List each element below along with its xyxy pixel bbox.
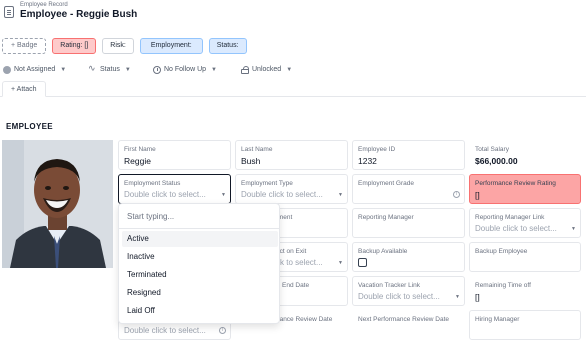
field-label: Reporting Manager	[358, 214, 414, 221]
employee-id-field[interactable]: Employee ID 1232	[352, 140, 465, 170]
employment-type-select[interactable]: Employment Type Double click to select..…	[235, 174, 348, 204]
chevron-down-icon: ▼	[211, 66, 217, 73]
remaining-time-off-field: Remaining Time off []	[469, 276, 581, 306]
first-name-field[interactable]: First Name Reggie	[118, 140, 231, 170]
field-label: Total Salary	[475, 146, 509, 153]
field-label: ect on Exit	[276, 248, 307, 255]
field-label: Employment Grade	[358, 180, 414, 187]
portrait-image	[2, 140, 113, 268]
add-badge-button[interactable]: + Badge	[2, 38, 47, 54]
employment-status-select[interactable]: Employment Status Double click to select…	[118, 174, 231, 204]
field-value: Bush	[241, 156, 261, 166]
backup-available-checkbox[interactable]	[358, 258, 367, 267]
field-placeholder: Double click to select...	[124, 190, 206, 199]
reporting-manager-link-select[interactable]: Reporting Manager Link Double click to s…	[469, 208, 581, 238]
field-value: Reggie	[124, 156, 151, 166]
info-icon[interactable]: i	[219, 327, 226, 334]
page-title: Employee - Reggie Bush	[20, 9, 138, 20]
field-label: Remaining Time off	[475, 282, 531, 289]
field-label: Employment Type	[241, 180, 293, 187]
person-icon	[3, 65, 11, 74]
field-placeholder: ck to select...	[276, 258, 323, 267]
assignee-selector[interactable]: Not Assigned ▼	[3, 64, 66, 75]
tab-bar: + Attach	[0, 81, 586, 97]
caret-down-icon: ▼	[571, 226, 576, 232]
section-title: EMPLOYEE	[6, 122, 53, 131]
employee-photo	[2, 140, 113, 268]
info-icon[interactable]: i	[453, 191, 460, 198]
field-label: Next Performance Review Date	[358, 316, 450, 323]
field-label: Last Name	[241, 146, 273, 153]
backup-employee-field[interactable]: Backup Employee	[469, 242, 581, 272]
divider	[119, 228, 279, 229]
dropdown-search-input[interactable]: Start typing...	[127, 212, 174, 221]
total-salary-field: Total Salary $66,000.00	[469, 140, 581, 170]
badge-bar: + Badge Rating: [] Risk: Employment: Sta…	[2, 38, 247, 54]
employment-grade-field[interactable]: Employment Grade i	[352, 174, 465, 204]
employment-status-dropdown: Start typing... Active Inactive Terminat…	[118, 203, 280, 324]
field-value: []	[475, 190, 480, 200]
lock-selector[interactable]: Unlocked ▼	[241, 64, 292, 75]
field-label: Backup Available	[358, 248, 408, 255]
field-label: rmance Review Date	[272, 316, 333, 323]
field-label: Hiring Manager	[475, 316, 520, 323]
reporting-manager-field[interactable]: Reporting Manager	[352, 208, 465, 238]
field-value: 1232	[358, 156, 377, 166]
rating-badge[interactable]: Rating: []	[52, 38, 97, 54]
last-name-field[interactable]: Last Name Bush	[235, 140, 348, 170]
field-value: $66,000.00	[475, 156, 518, 166]
caret-down-icon: ▼	[221, 192, 226, 198]
field-label: First Name	[124, 146, 156, 153]
lock-icon	[241, 66, 249, 74]
record-type-label: Employee Record	[20, 2, 68, 8]
follow-up-selector[interactable]: No Follow Up ▼	[153, 64, 217, 75]
field-label: Employment Status	[124, 180, 181, 187]
chevron-down-icon: ▼	[286, 66, 293, 73]
clock-icon	[153, 65, 161, 74]
caret-down-icon: ▼	[338, 192, 343, 198]
dropdown-option[interactable]: Resigned	[122, 285, 278, 301]
field-placeholder: Double click to select...	[124, 326, 206, 335]
employment-badge[interactable]: Employment:	[139, 38, 203, 54]
field-label: Performance Review Rating	[475, 180, 556, 187]
hiring-manager-field[interactable]: Hiring Manager	[469, 310, 581, 340]
assignee-label: Not Assigned	[14, 66, 56, 73]
activity-icon	[88, 63, 97, 74]
record-header: Employee Record Employee - Reggie Bush	[0, 0, 586, 28]
dropdown-option[interactable]: Inactive	[122, 249, 278, 265]
chevron-down-icon: ▼	[60, 66, 67, 73]
dropdown-option[interactable]: Terminated	[122, 267, 278, 283]
field-label: Reporting Manager Link	[475, 214, 545, 221]
field-value: []	[475, 292, 480, 302]
caret-down-icon: ▼	[455, 294, 460, 300]
field-placeholder: Double click to select...	[358, 292, 440, 301]
field-label: Backup Employee	[475, 248, 528, 255]
attach-button[interactable]: + Attach	[2, 81, 46, 97]
lock-label: Unlocked	[252, 66, 282, 73]
chevron-down-icon: ▼	[124, 66, 131, 73]
vacation-tracker-link-select[interactable]: Vacation Tracker Link Double click to se…	[352, 276, 465, 306]
field-label: End Date	[282, 282, 310, 289]
field-placeholder: Double click to select...	[241, 190, 323, 199]
status-badge[interactable]: Status:	[208, 38, 247, 54]
dropdown-option[interactable]: Laid Off	[122, 303, 278, 319]
performance-review-rating-field[interactable]: Performance Review Rating []	[469, 174, 581, 204]
status-label: Status	[100, 66, 120, 73]
field-label: Employee ID	[358, 146, 396, 153]
document-icon	[4, 6, 14, 18]
follow-up-label: No Follow Up	[164, 66, 207, 73]
backup-available-field: Backup Available	[352, 242, 465, 272]
dropdown-option[interactable]: Active	[122, 231, 278, 247]
field-placeholder: Double click to select...	[475, 224, 557, 233]
field-label: Vacation Tracker Link	[358, 282, 421, 289]
risk-badge[interactable]: Risk:	[102, 38, 134, 54]
next-performance-review-date-field[interactable]: Next Performance Review Date	[352, 310, 465, 340]
status-selector[interactable]: Status ▼	[88, 63, 131, 75]
caret-down-icon: ▼	[338, 260, 343, 266]
